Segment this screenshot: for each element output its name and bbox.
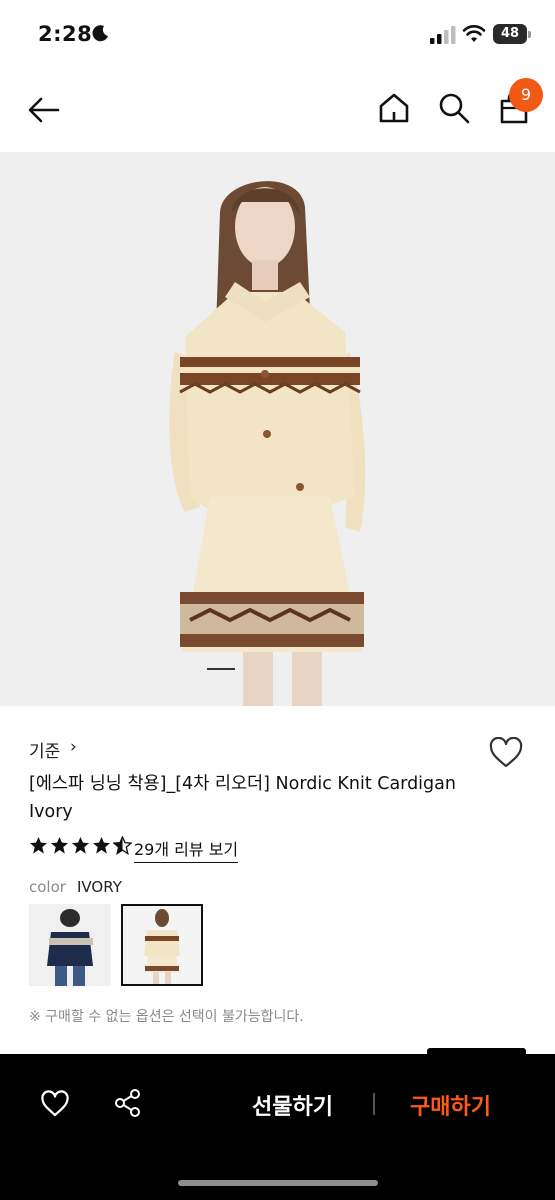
top-navigation [0, 70, 555, 152]
buy-button[interactable]: 구매하기 [410, 1089, 491, 1121]
rating-stars [29, 836, 132, 855]
swatch-thumbnail-image [29, 904, 111, 986]
share-icon[interactable] [114, 1088, 142, 1122]
color-swatch-navy[interactable] [29, 904, 111, 986]
back-arrow-icon[interactable] [26, 92, 62, 132]
cellular-signal-icon [430, 26, 456, 44]
like-heart-icon[interactable] [40, 1090, 70, 1122]
option-notice: ※ 구매할 수 없는 옵션은 선택이 불가능합니다. [29, 1009, 304, 1025]
color-option-value: IVORY [77, 878, 122, 896]
model-photo [0, 152, 555, 706]
brand-chevron-icon[interactable]: › [70, 737, 77, 757]
bottom-bar-divider [373, 1093, 375, 1115]
product-title: [에스파 닝닝 착용]_[4차 리오더] Nordic Knit Cardiga… [29, 774, 456, 822]
cart-count-badge: 9 [509, 78, 543, 112]
search-icon[interactable] [436, 90, 472, 130]
star-full-icon [50, 836, 69, 854]
star-full-icon [29, 836, 48, 854]
review-link[interactable]: 29개 리뷰 보기 [134, 836, 239, 863]
wifi-icon [462, 24, 486, 48]
star-full-icon [71, 836, 90, 854]
product-main-image[interactable] [0, 152, 555, 706]
color-option-label: color [29, 878, 66, 896]
wishlist-heart-icon[interactable] [488, 736, 524, 773]
star-half-icon [113, 836, 132, 855]
image-page-indicator [207, 668, 235, 670]
status-time: 2:28 [38, 22, 93, 46]
swatch-thumbnail-image [123, 906, 201, 984]
bottom-action-bar [0, 1054, 555, 1200]
moon-icon [92, 24, 110, 46]
gift-button[interactable]: 선물하기 [252, 1089, 333, 1121]
battery-cap [528, 31, 531, 38]
status-bar: 2:28 48 [0, 0, 555, 70]
battery-indicator: 48 [493, 24, 527, 44]
star-full-icon [92, 836, 111, 854]
color-swatch-ivory[interactable] [121, 904, 203, 986]
brand-link[interactable]: 기준 [29, 737, 60, 762]
home-indicator [178, 1180, 378, 1186]
home-icon[interactable] [376, 90, 412, 130]
